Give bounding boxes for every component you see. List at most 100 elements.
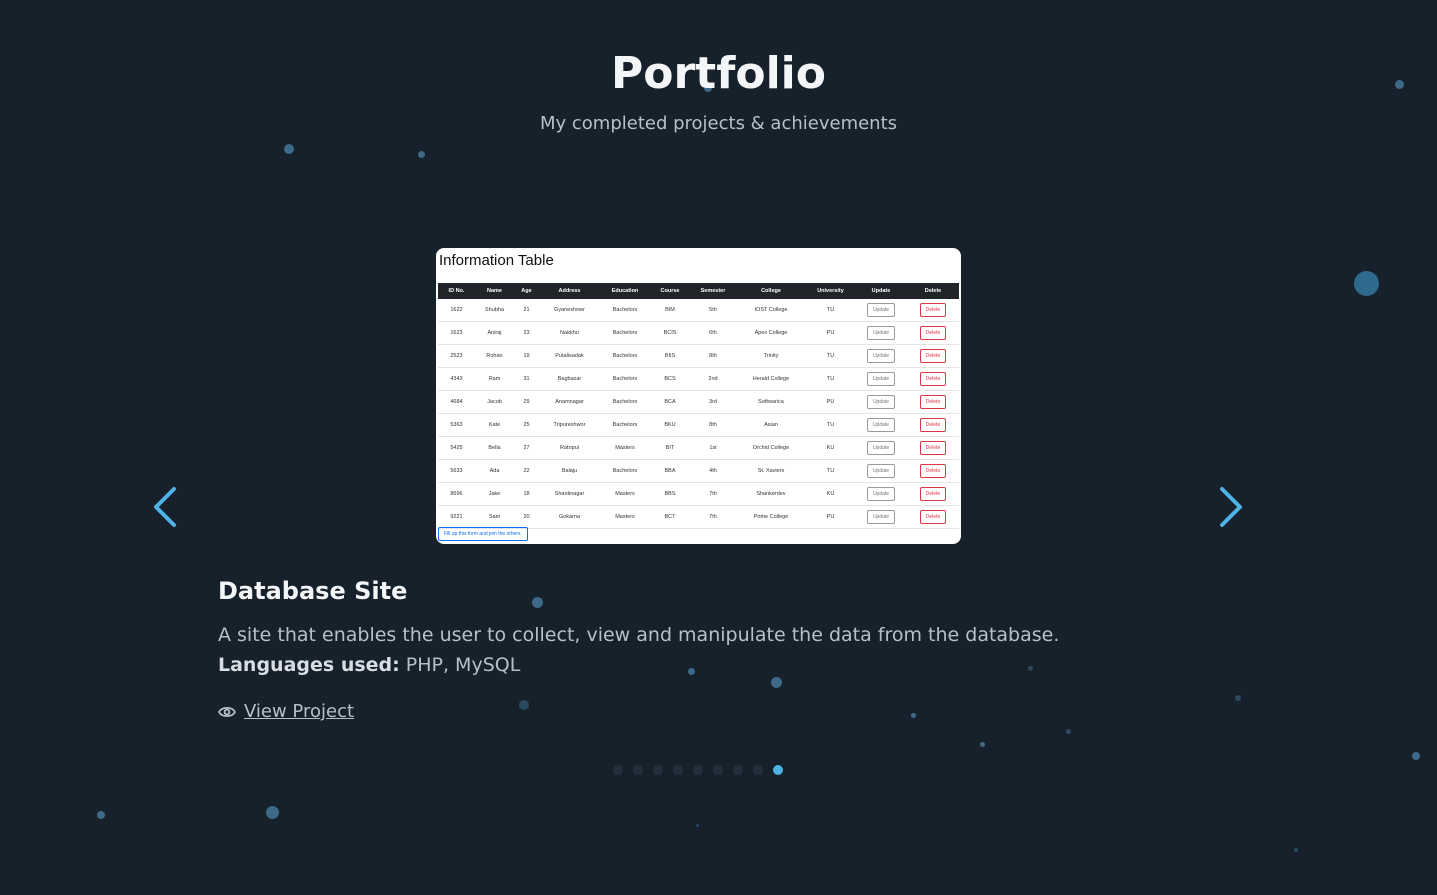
delete-button: Delete	[919, 487, 947, 501]
carousel-prev-button[interactable]	[150, 486, 180, 528]
chevron-left-icon	[154, 487, 176, 527]
particle	[97, 811, 105, 819]
table-cell: Anamnagar	[539, 390, 600, 414]
table-cell: BIIS	[650, 344, 690, 368]
table-cell: Trinity	[736, 344, 806, 368]
project-languages: Languages used: PHP, MySQL	[218, 654, 520, 676]
carousel-dot[interactable]	[773, 765, 783, 775]
particle	[418, 151, 425, 158]
table-cell: Bachelors	[600, 321, 650, 345]
project-description: A site that enables the user to collect,…	[218, 624, 1060, 646]
carousel-dot[interactable]	[753, 765, 763, 775]
table-cell: 7th	[690, 482, 736, 506]
carousel-dot[interactable]	[693, 765, 703, 775]
table-cell: Delete	[907, 367, 959, 391]
carousel-next-button[interactable]	[1216, 486, 1246, 528]
particle	[1412, 752, 1420, 760]
table-cell: Shankerdev	[736, 482, 806, 506]
update-button: Update	[866, 441, 896, 455]
table-row: 5633 Ada 22 Balaju Bachelors BBA 4th St. Xavier…	[438, 459, 959, 483]
table-cell: Delete	[907, 482, 959, 506]
table-cell: Rohan	[475, 344, 514, 368]
table-cell: IOST College	[736, 299, 806, 322]
form-link-button: Fill up this form and join the others.	[438, 527, 528, 541]
table-row: 1623 Aniraj 23 Nakkhu Bachelors BCIS 6th Apex C…	[438, 321, 959, 345]
table-cell: Apex College	[736, 321, 806, 345]
table-cell: 22	[514, 459, 539, 483]
table-cell: Gokarna	[539, 505, 600, 529]
table-cell: 1623	[438, 321, 475, 345]
project-title: Database Site	[218, 577, 408, 605]
delete-button: Delete	[919, 418, 947, 432]
table-cell: Masters	[600, 482, 650, 506]
table-cell: BIM	[650, 299, 690, 322]
delete-button: Delete	[919, 464, 947, 478]
table-cell: 29	[514, 390, 539, 414]
particle	[696, 824, 699, 827]
table-cell: BCIS	[650, 321, 690, 345]
table-cell: Delete	[907, 505, 959, 529]
table-cell: Masters	[600, 505, 650, 529]
table-cell: 3rd	[690, 390, 736, 414]
carousel-dot[interactable]	[653, 765, 663, 775]
carousel-dot[interactable]	[713, 765, 723, 775]
particle	[911, 713, 916, 718]
table-cell: 20	[514, 505, 539, 529]
table-cell: Bagbazar	[539, 367, 600, 391]
table-cell: BCS	[650, 367, 690, 391]
table-cell: 8th	[690, 413, 736, 437]
delete-button: Delete	[919, 372, 947, 386]
particle	[1235, 695, 1241, 701]
table-cell: TU	[806, 459, 855, 483]
view-project-link[interactable]: View Project	[218, 701, 354, 722]
table-cell: TU	[806, 299, 855, 322]
table-cell: Update	[855, 436, 907, 460]
delete-button: Delete	[919, 441, 947, 455]
screenshot-heading: Information Table	[439, 252, 554, 269]
table-cell: 19	[514, 344, 539, 368]
update-button: Update	[866, 418, 896, 432]
carousel-dot[interactable]	[633, 765, 643, 775]
table-cell: PU	[806, 505, 855, 529]
table-cell: Delete	[907, 413, 959, 437]
table-cell: Delete	[907, 321, 959, 345]
table-cell: Prime College	[736, 505, 806, 529]
delete-button: Delete	[919, 303, 947, 317]
delete-button: Delete	[919, 349, 947, 363]
particle	[771, 677, 782, 688]
table-cell: 4684	[438, 390, 475, 414]
table-row: 5425 Bella 27 Ratopul Masters BIT 1st Orchid Co…	[438, 436, 959, 460]
table-header-row: ID No. Name Age Address Education Course Semes…	[438, 283, 959, 299]
table-cell: 18	[514, 482, 539, 506]
table-cell: Ram	[475, 367, 514, 391]
particle	[1066, 729, 1071, 734]
table-cell: Kate	[475, 413, 514, 437]
table-cell: Update	[855, 344, 907, 368]
carousel-dot[interactable]	[733, 765, 743, 775]
table-cell: 9221	[438, 505, 475, 529]
table-cell: Sam	[475, 505, 514, 529]
table-cell: 4343	[438, 367, 475, 391]
table-cell: BKU	[650, 413, 690, 437]
update-button: Update	[866, 464, 896, 478]
table-column-header: University	[806, 283, 855, 299]
table-cell: Nakkhu	[539, 321, 600, 345]
table-cell: 1st	[690, 436, 736, 460]
carousel-dot[interactable]	[673, 765, 683, 775]
table-cell: 8696	[438, 482, 475, 506]
table-cell: KU	[806, 482, 855, 506]
delete-button: Delete	[919, 326, 947, 340]
table-row: 4684 Jacob 29 Anamnagar Bachelors BCA 3rd Softw…	[438, 390, 959, 414]
table-cell: 5425	[438, 436, 475, 460]
table-cell: Ratopul	[539, 436, 600, 460]
table-cell: 5th	[690, 299, 736, 322]
page-subtitle: My completed projects & achievements	[539, 113, 898, 134]
table-row: 2523 Rohan 19 Putalisadak Bachelors BIIS 8th Tr…	[438, 344, 959, 368]
table-row: 5363 Kate 25 Tripureshwor Bachelors BKU 8th Asi…	[438, 413, 959, 437]
carousel-dot[interactable]	[613, 765, 623, 775]
information-table: ID No. Name Age Address Education Course Semes…	[438, 283, 959, 529]
table-cell: BBA	[650, 459, 690, 483]
table-cell: 5363	[438, 413, 475, 437]
table-cell: BCT	[650, 505, 690, 529]
table-row: 9221 Sam 20 Gokarna Masters BCT 7th Prime Colle…	[438, 505, 959, 529]
